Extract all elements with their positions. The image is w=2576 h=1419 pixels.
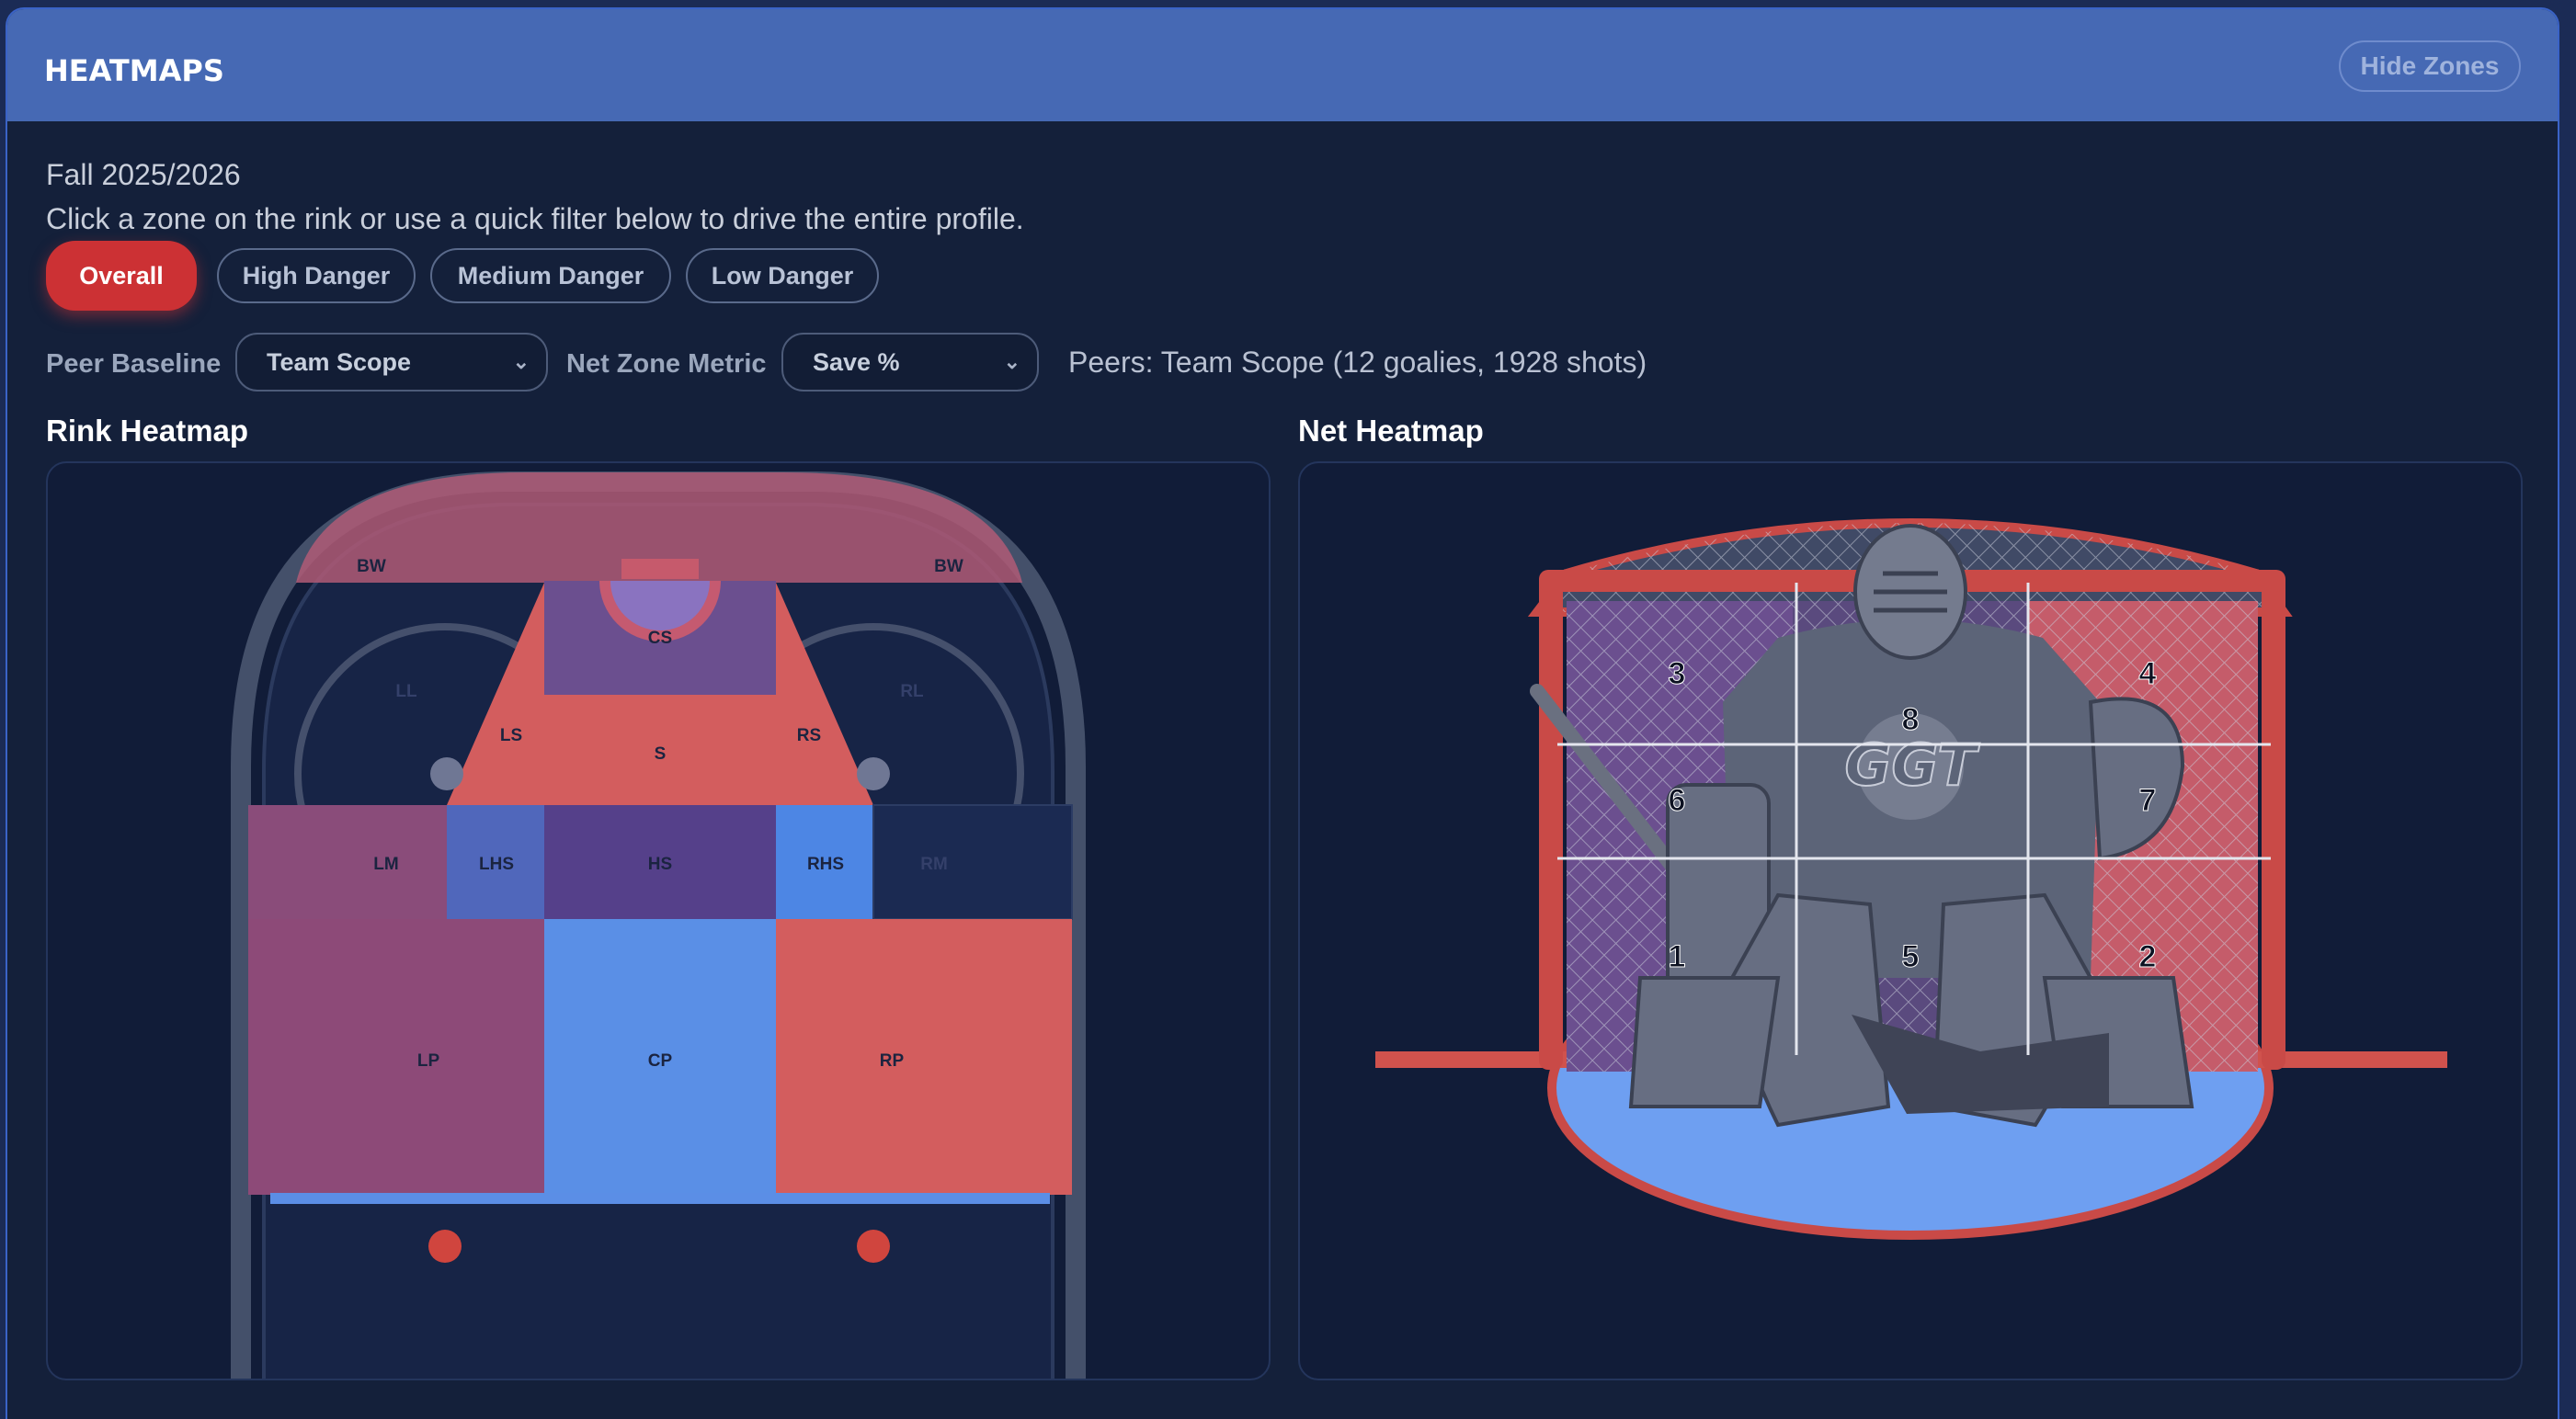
left-faceoff-dot (430, 757, 463, 790)
net-zone-8-label: 8 (1902, 702, 1920, 737)
zone-label-s: S (655, 744, 667, 764)
net-heatmap-title: Net Heatmap (1298, 414, 1484, 448)
net-heatmap: GGT 3 4 8 6 7 1 5 2 (1298, 461, 2523, 1380)
net-zone-5-label: 5 (1902, 939, 1920, 974)
zone-rp[interactable] (776, 919, 1072, 1195)
zone-label-cp: CP (648, 1051, 673, 1071)
net-zone-7-label: 7 (2139, 783, 2157, 818)
baseline-row: Peer Baseline Team Scope ⌄ Net Zone Metr… (46, 333, 2528, 393)
zone-label-ll: LL (395, 682, 417, 701)
rink-heatmap-title: Rink Heatmap (46, 414, 249, 448)
net-zone-1-label: 1 (1669, 939, 1686, 974)
peers-summary: Peers: Team Scope (12 goalies, 1928 shot… (1068, 346, 1647, 379)
chevron-down-icon: ⌄ (512, 350, 530, 373)
hide-zones-button[interactable]: Hide Zones (2339, 40, 2521, 92)
net-svg: GGT 3 4 8 6 7 1 5 2 (1375, 518, 2447, 1240)
right-post (2262, 573, 2285, 1070)
zone-lp[interactable] (248, 919, 544, 1195)
zone-lm[interactable] (248, 805, 447, 919)
zone-label-rl: RL (900, 682, 924, 701)
zone-label-bw-left: BW (357, 557, 386, 576)
zone-label-rm: RM (920, 855, 948, 874)
right-faceoff-dot (857, 757, 890, 790)
rink-heatmap: BW BW CS LL RL LS S RS LM LHS HS RHS RM … (46, 461, 1271, 1380)
filter-medium-danger[interactable]: Medium Danger (430, 248, 671, 303)
zone-label-ls: LS (500, 726, 522, 745)
net-zone-3-label: 3 (1669, 656, 1686, 691)
net-zone-4-label: 4 (2139, 656, 2157, 691)
left-post (1539, 573, 1563, 1070)
neutral-dot-right (857, 1230, 890, 1263)
panel-header: HEATMAPS Hide Zones (7, 9, 2558, 121)
net-zone-2-label: 2 (2139, 939, 2157, 974)
zone-label-rs: RS (797, 726, 821, 745)
chevron-down-icon: ⌄ (1003, 350, 1020, 373)
filter-high-danger[interactable]: High Danger (217, 248, 416, 303)
zone-label-cs: CS (648, 629, 672, 648)
net-zone-metric-label: Net Zone Metric (566, 349, 767, 379)
zone-label-lhs: LHS (479, 855, 514, 874)
zone-label-lm: LM (373, 855, 398, 874)
instructions-text: Click a zone on the rink or use a quick … (46, 202, 1024, 235)
net-zone-metric-select[interactable]: Save % ⌄ (781, 333, 1039, 392)
zone-label-rp: RP (880, 1051, 905, 1071)
zone-label-hs: HS (648, 855, 672, 874)
filter-low-danger[interactable]: Low Danger (686, 248, 879, 303)
zone-label-lp: LP (417, 1051, 440, 1071)
filter-overall[interactable]: Overall (46, 241, 197, 311)
rink-svg: BW BW CS LL RL LS S RS LM LHS HS RHS RM … (231, 471, 1086, 1379)
peer-baseline-value: Team Scope (267, 348, 412, 376)
zone-label-bw-right: BW (934, 557, 963, 576)
neutral-dot-left (428, 1230, 462, 1263)
blue-line (270, 1193, 1050, 1204)
goalie-logo: GGT (1845, 732, 1981, 799)
peer-baseline-select[interactable]: Team Scope ⌄ (235, 333, 548, 392)
goal-frame (621, 559, 699, 579)
heatmaps-panel: HEATMAPS Hide Zones Fall 2025/2026 Click… (6, 7, 2559, 1419)
season-label: Fall 2025/2026 (46, 158, 241, 191)
zone-label-rhs: RHS (807, 855, 844, 874)
zone-rm[interactable] (872, 804, 1073, 920)
net-zone-metric-value: Save % (813, 348, 900, 376)
net-zone-6-label: 6 (1669, 783, 1686, 818)
peer-baseline-label: Peer Baseline (46, 349, 222, 379)
panel-title: HEATMAPS (44, 53, 224, 88)
